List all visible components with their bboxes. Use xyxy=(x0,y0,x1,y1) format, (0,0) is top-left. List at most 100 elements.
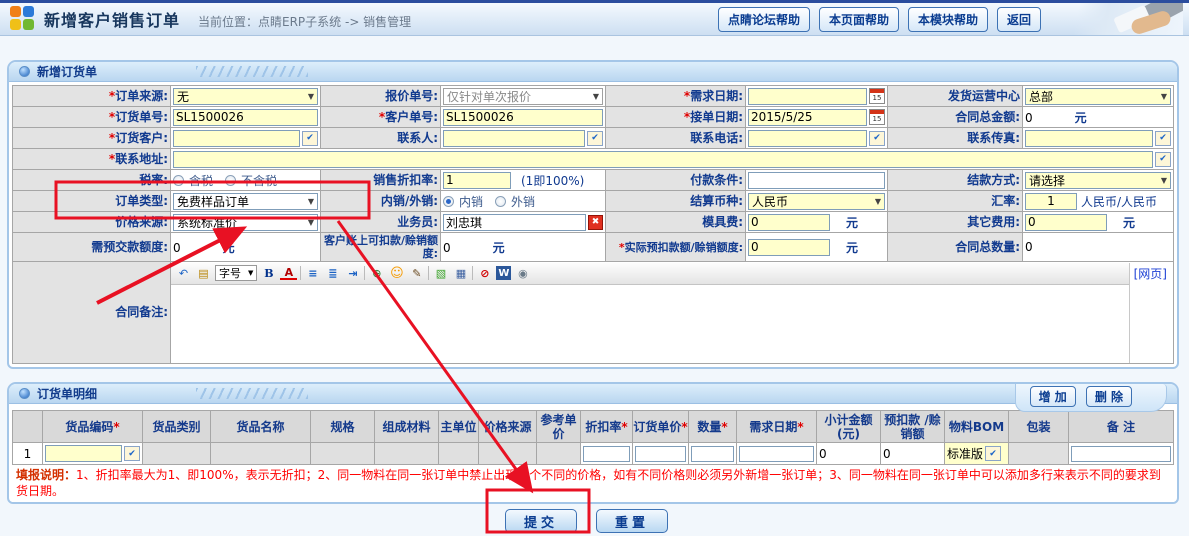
order-no-input[interactable] xyxy=(173,109,318,126)
contract-remark-textarea[interactable] xyxy=(171,285,1129,363)
row-demand-date-input[interactable] xyxy=(739,446,814,462)
col-subtotal: 小计金额 (元) xyxy=(817,411,881,443)
richtext-editor: ↶ ▤ 字号▼ B A ≡ ≣ ⇥ ⊕ ☺ xyxy=(171,263,1130,363)
mold-fee-input[interactable] xyxy=(748,214,830,231)
ship-center-select[interactable]: 总部▼ xyxy=(1025,88,1171,105)
other-fee-input[interactable] xyxy=(1025,214,1107,231)
col-discount: 折扣率* xyxy=(581,411,633,443)
export-radio[interactable] xyxy=(495,196,506,207)
quote-no-select[interactable]: 仅针对单次报价▼ xyxy=(443,88,603,105)
lookup-icon[interactable]: ✔ xyxy=(869,131,885,146)
demand-date-input[interactable] xyxy=(748,88,867,105)
forum-help-button[interactable]: 点睛论坛帮助 xyxy=(718,7,810,32)
add-row-button[interactable]: 增 加 xyxy=(1030,386,1076,407)
item-category-cell xyxy=(143,443,211,465)
dropdown-arrow-icon: ▼ xyxy=(308,218,314,227)
item-code-input[interactable] xyxy=(45,445,122,462)
order-type-select[interactable]: 免费样品订单▼ xyxy=(173,193,318,210)
remove-icon[interactable]: ✖ xyxy=(588,215,603,230)
decorative-stripes xyxy=(196,388,308,399)
list-icon[interactable]: ≣ xyxy=(324,265,341,281)
paste-icon[interactable]: ▤ xyxy=(195,265,212,281)
customer-input[interactable] xyxy=(173,130,300,147)
back-button[interactable]: 返回 xyxy=(997,7,1041,32)
lookup-icon[interactable]: ✔ xyxy=(124,446,140,461)
clear-format-icon[interactable]: ⊘ xyxy=(476,265,493,281)
font-size-select[interactable]: 字号▼ xyxy=(215,265,257,281)
col-ref-price: 参考单价 xyxy=(537,411,581,443)
insert-image-icon[interactable]: ▧ xyxy=(432,265,449,281)
tax-included-radio[interactable] xyxy=(173,175,184,186)
module-help-button[interactable]: 本模块帮助 xyxy=(908,7,988,32)
payment-terms-input[interactable] xyxy=(748,172,885,189)
undo-icon[interactable]: ↶ xyxy=(175,265,192,281)
indent-icon[interactable]: ⇥ xyxy=(344,265,361,281)
qty-input[interactable] xyxy=(691,446,734,462)
delete-row-button[interactable]: 删 除 xyxy=(1086,386,1132,407)
col-demand-date: 需求日期* xyxy=(737,411,817,443)
accept-date-input[interactable] xyxy=(748,109,867,126)
align-icon[interactable]: ≡ xyxy=(304,265,321,281)
exchange-rate-input[interactable] xyxy=(1025,193,1077,210)
submit-button[interactable]: 提交 xyxy=(505,509,577,533)
quote-no-label: 报价单号: xyxy=(321,86,441,107)
other-fee-label: 其它费用: xyxy=(888,212,1023,233)
actual-deduct-input[interactable] xyxy=(748,239,830,256)
price-source-cell xyxy=(479,443,537,465)
app-logo-icon xyxy=(10,6,36,32)
order-price-input[interactable] xyxy=(635,446,686,462)
customer-label: *订货客户: xyxy=(13,128,171,149)
tax-rate-label: 税率: xyxy=(13,170,171,191)
fax-input[interactable] xyxy=(1025,130,1153,147)
fax-label: 联系传真: xyxy=(888,128,1023,149)
domestic-radio[interactable] xyxy=(443,196,454,207)
salesman-input[interactable] xyxy=(443,214,586,231)
order-source-select[interactable]: 无▼ xyxy=(173,88,318,105)
word-paste-icon[interactable]: W xyxy=(496,266,511,280)
prepay-amount-value: 0 xyxy=(173,241,181,255)
tax-excluded-radio[interactable] xyxy=(225,175,236,186)
reset-button[interactable]: 重置 xyxy=(596,509,668,533)
contract-amount-value: 0 xyxy=(1025,111,1033,125)
editor-toolbar: ↶ ▤ 字号▼ B A ≡ ≣ ⇥ ⊕ ☺ xyxy=(171,263,1129,285)
font-color-icon[interactable]: A xyxy=(280,267,297,280)
col-item-code: 货品编码* xyxy=(43,411,143,443)
phone-input[interactable] xyxy=(748,130,867,147)
save-html-icon[interactable]: ▦ xyxy=(452,265,469,281)
page-help-button[interactable]: 本页面帮助 xyxy=(819,7,899,32)
cust-order-no-input[interactable] xyxy=(443,109,603,126)
lookup-icon[interactable]: ✔ xyxy=(1155,152,1171,167)
note-input[interactable] xyxy=(1071,446,1171,462)
contract-remark-label: 合同备注: xyxy=(13,262,171,364)
lookup-icon[interactable]: ✔ xyxy=(1155,131,1171,146)
dropdown-arrow-icon: ▼ xyxy=(308,92,314,101)
section-bullet-icon xyxy=(19,66,30,77)
payment-terms-label: 付款条件: xyxy=(606,170,746,191)
col-price-source: 价格来源 xyxy=(479,411,537,443)
sales-discount-input[interactable] xyxy=(443,172,511,189)
currency-select[interactable]: 人民币▼ xyxy=(748,193,885,210)
page-title: 新增客户销售订单 xyxy=(44,7,180,31)
lookup-icon[interactable]: ✔ xyxy=(587,131,603,146)
bold-icon[interactable]: B xyxy=(260,265,277,281)
row-number-cell: 1 xyxy=(13,443,43,465)
contact-input[interactable] xyxy=(443,130,585,147)
lookup-icon[interactable]: ✔ xyxy=(302,131,318,146)
webpage-link[interactable]: [网页] xyxy=(1130,263,1173,282)
settle-method-select[interactable]: 请选择▼ xyxy=(1025,172,1171,189)
dropdown-arrow-icon: ▼ xyxy=(308,197,314,206)
calendar-icon[interactable]: 15 xyxy=(869,109,885,125)
top-bar: 新增客户销售订单 当前位置：点睛ERP子系统 -> 销售管理 点睛论坛帮助 本页… xyxy=(0,0,1189,36)
preview-icon[interactable]: ◉ xyxy=(514,265,531,281)
emoticon-icon[interactable]: ☺ xyxy=(388,265,405,281)
discount-input[interactable] xyxy=(583,446,630,462)
total-qty-label: 合同总数量: xyxy=(888,233,1023,262)
price-source-select[interactable]: 系统标准价▼ xyxy=(173,214,318,231)
address-input[interactable] xyxy=(173,151,1153,168)
sales-discount-label: 销售折扣率: xyxy=(321,170,441,191)
calendar-icon[interactable]: 15 xyxy=(869,88,885,104)
col-package: 包装 xyxy=(1009,411,1069,443)
hyperlink-icon[interactable]: ⊕ xyxy=(368,265,385,281)
table-edit-icon[interactable]: ✎ xyxy=(408,265,425,281)
lookup-icon[interactable]: ✔ xyxy=(985,446,1001,461)
